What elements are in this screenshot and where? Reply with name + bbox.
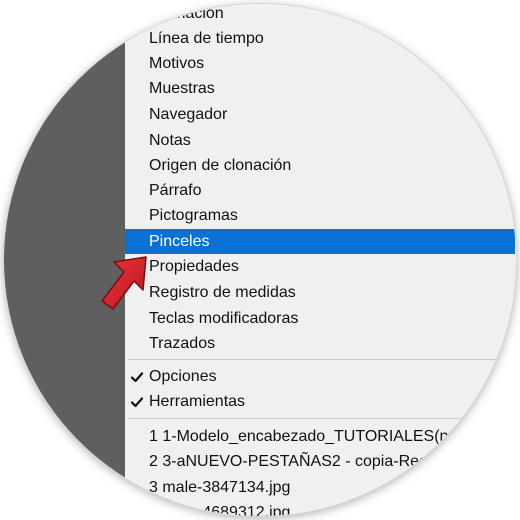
- menu-item-label: Herramientas: [149, 393, 246, 410]
- menu-item-label: Trazados: [149, 335, 216, 352]
- menu-item-parrafo[interactable]: Párrafo: [125, 179, 515, 203]
- menu-item-label: 1 1-Modelo_encabezado_TUTORIALES(nu: [149, 428, 458, 445]
- menu-item-label: Pictogramas: [149, 207, 238, 224]
- menu-item-origen-de-clonacion[interactable]: Origen de clonación: [125, 154, 515, 178]
- menu-item-recent-file[interactable]: 1 1-Modelo_encabezado_TUTORIALES(nu: [125, 425, 515, 449]
- menu-item-label: Línea de tiempo: [149, 30, 264, 47]
- zoom-circle: Animación Línea de tiempo Motivos Muestr…: [4, 4, 516, 516]
- menu-item-label: Notas: [149, 132, 191, 149]
- menu-item-registro-de-medidas[interactable]: Registro de medidas: [125, 281, 515, 305]
- menu-item-animacion[interactable]: Animación: [125, 4, 515, 26]
- menu-item-trazados[interactable]: Trazados: [125, 332, 515, 356]
- menu-item-label: Propiedades: [149, 258, 239, 275]
- menu-item-label: Pinceles: [149, 233, 210, 250]
- menu-item-linea-de-tiempo[interactable]: Línea de tiempo: [125, 27, 515, 51]
- menu-item-navegador[interactable]: Navegador: [125, 103, 515, 127]
- menu-item-muestras[interactable]: Muestras: [125, 77, 515, 101]
- menu-item-label: Opciones: [149, 368, 217, 385]
- menu-item-label: Navegador: [149, 106, 228, 123]
- menu-item-recent-file[interactable]: 4 male-4689312.jpg: [125, 501, 515, 516]
- menu-item-teclas-modificadoras[interactable]: Teclas modificadoras: [125, 307, 515, 331]
- menu-separator: [128, 359, 512, 360]
- menu-item-label: Muestras: [149, 80, 215, 97]
- menu-separator: [128, 418, 512, 419]
- menu-item-label: Párrafo: [149, 182, 202, 199]
- menu-item-pictogramas[interactable]: Pictogramas: [125, 204, 515, 228]
- menu-item-label: 3 male-3847134.jpg: [149, 479, 291, 496]
- menu-item-label: 4 male-4689312.jpg: [149, 504, 291, 516]
- checkmark-icon: [130, 372, 144, 383]
- menu-item-recent-file[interactable]: 3 male-3847134.jpg: [125, 476, 515, 500]
- menu-item-opciones[interactable]: Opciones: [125, 365, 515, 389]
- menu-item-label: Motivos: [149, 55, 205, 72]
- menu-item-label: Teclas modificadoras: [149, 310, 299, 327]
- menu-item-propiedades[interactable]: Propiedades: [125, 255, 515, 279]
- menu-item-label: Animación: [149, 5, 224, 22]
- menu-item-label: Registro de medidas: [149, 284, 296, 301]
- menu-item-motivos[interactable]: Motivos: [125, 52, 515, 76]
- menu-item-herramientas[interactable]: Herramientas: [125, 390, 515, 414]
- menu-item-recent-file[interactable]: 2 3-aNUEVO-PESTAÑAS2 - copia-Rec: [125, 450, 515, 474]
- menu-item-label: Origen de clonación: [149, 157, 292, 174]
- menu-item-pinceles[interactable]: Pinceles: [125, 229, 515, 254]
- pointer-arrow-icon: [101, 256, 147, 310]
- checkmark-icon: [130, 397, 144, 408]
- menu-item-label: 2 3-aNUEVO-PESTAÑAS2 - copia-Rec: [149, 453, 428, 470]
- menu-item-notas[interactable]: Notas: [125, 129, 515, 153]
- window-menu: Animación Línea de tiempo Motivos Muestr…: [125, 4, 516, 516]
